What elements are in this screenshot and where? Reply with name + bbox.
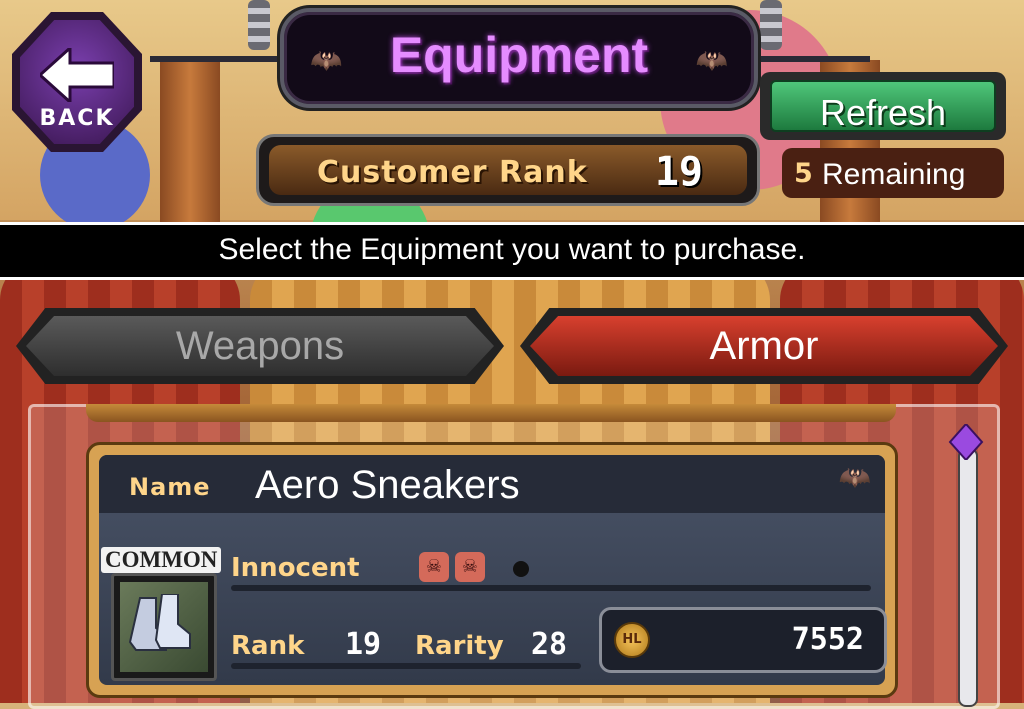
instruction-bar: Select the Equipment you want to purchas… <box>0 222 1024 280</box>
spear-decoration <box>750 56 870 62</box>
divider <box>231 663 581 669</box>
skull-icon: ☠ <box>419 552 449 582</box>
item-name-label: Name <box>129 473 211 501</box>
remaining-label: Remaining <box>822 158 966 191</box>
customer-rank-value: 19 <box>654 149 703 195</box>
item-name: Aero Sneakers <box>255 463 520 507</box>
chain-decoration <box>248 0 270 50</box>
item-rank-label: Rank <box>231 631 305 661</box>
refresh-remaining-badge: 5 Remaining <box>782 148 1004 198</box>
price-box: HL 7552 <box>599 607 887 673</box>
divider <box>231 585 871 591</box>
item-card-body: Name Aero Sneakers 🦇 COMMON Innocent ☠ ☠… <box>99 455 887 685</box>
item-rank-value: 19 <box>345 627 382 662</box>
item-rarity-value: 28 <box>531 627 568 662</box>
instruction-text: Select the Equipment you want to purchas… <box>218 233 806 266</box>
skull-icon: ☠ <box>455 552 485 582</box>
equipment-item-card[interactable]: Name Aero Sneakers 🦇 COMMON Innocent ☠ ☠… <box>86 442 898 698</box>
chain-decoration <box>760 0 782 50</box>
item-price: 7552 <box>791 622 864 657</box>
bat-icon: 🦇 <box>695 46 728 76</box>
page-title: Equipment <box>389 27 649 83</box>
tab-weapons-label: Weapons <box>175 324 345 368</box>
rarity-tag: COMMON <box>101 547 222 573</box>
customer-rank-inner: Customer Rank 19 <box>269 145 747 195</box>
customer-rank-plate: Customer Rank 19 <box>256 134 760 206</box>
tab-armor-label: Armor <box>709 324 819 368</box>
remaining-count: 5 <box>794 158 813 189</box>
scroll-handle-icon[interactable] <box>948 424 984 460</box>
customer-rank-label: Customer Rank <box>317 155 588 190</box>
arrow-left-icon <box>40 48 114 102</box>
scrollbar[interactable] <box>958 448 978 707</box>
back-button[interactable]: BACK <box>12 12 142 152</box>
empty-slot-icon <box>513 561 529 577</box>
boots-icon <box>128 594 191 651</box>
item-class: Innocent <box>231 553 360 583</box>
tab-armor[interactable]: Armor <box>520 308 1008 384</box>
refresh-button[interactable]: Refresh <box>760 72 1006 140</box>
previous-item-edge <box>86 404 896 422</box>
item-rarity-label: Rarity <box>415 631 504 661</box>
refresh-button-face: Refresh <box>770 80 996 133</box>
refresh-button-label: Refresh <box>819 92 947 133</box>
item-name-row: Name Aero Sneakers 🦇 <box>99 455 885 513</box>
bat-icon: 🦇 <box>838 463 871 493</box>
sneakers-icon <box>111 573 217 681</box>
hl-coin-icon: HL <box>614 622 650 658</box>
tab-weapons[interactable]: Weapons <box>16 308 504 384</box>
title-plate: 🦇 Equipment 🦇 <box>280 8 758 108</box>
back-button-label: BACK <box>39 106 115 131</box>
spear-decoration <box>150 56 280 62</box>
